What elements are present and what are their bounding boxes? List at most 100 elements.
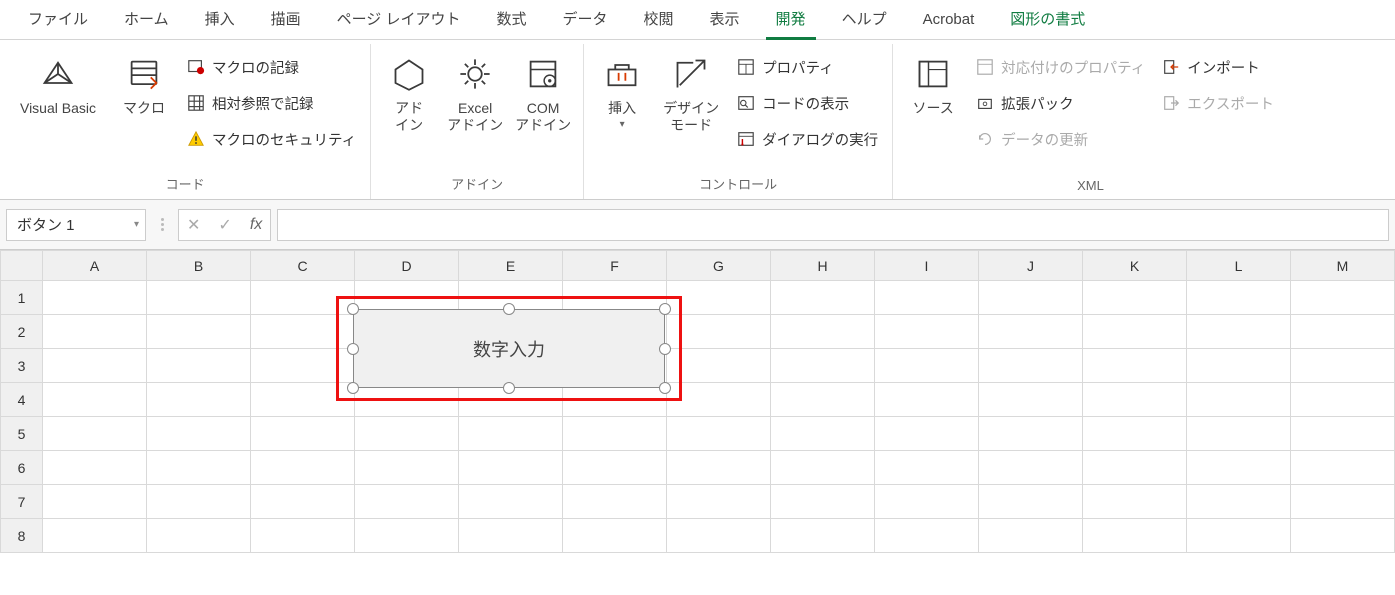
cell[interactable] <box>1291 383 1395 417</box>
cell[interactable] <box>1291 485 1395 519</box>
cell[interactable] <box>1187 485 1291 519</box>
cell[interactable] <box>43 315 147 349</box>
cell[interactable] <box>459 485 563 519</box>
cell[interactable] <box>1291 281 1395 315</box>
cell[interactable] <box>147 315 251 349</box>
cell[interactable] <box>147 349 251 383</box>
view-code-button[interactable]: コードの表示 <box>732 88 882 118</box>
row-header[interactable]: 4 <box>1 383 43 417</box>
cell[interactable] <box>147 281 251 315</box>
relative-ref-button[interactable]: 相対参照で記録 <box>182 88 360 118</box>
cell[interactable] <box>875 281 979 315</box>
cell[interactable] <box>875 451 979 485</box>
tab-review[interactable]: 校閲 <box>626 0 692 40</box>
cell[interactable] <box>771 451 875 485</box>
cell[interactable] <box>979 349 1083 383</box>
cell[interactable] <box>1083 519 1187 553</box>
cell[interactable] <box>875 485 979 519</box>
cell[interactable] <box>667 519 771 553</box>
cell[interactable] <box>979 519 1083 553</box>
tab-home[interactable]: ホーム <box>106 0 187 40</box>
cell[interactable] <box>1083 451 1187 485</box>
cell[interactable] <box>459 417 563 451</box>
resize-handle[interactable] <box>659 343 671 355</box>
tab-help[interactable]: ヘルプ <box>824 0 905 40</box>
cell[interactable] <box>43 281 147 315</box>
name-box[interactable]: ボタン 1 ▾ <box>6 209 146 241</box>
cell[interactable] <box>147 485 251 519</box>
resize-handle[interactable] <box>347 303 359 315</box>
tab-shape-format[interactable]: 図形の書式 <box>992 0 1103 40</box>
export-button[interactable]: エクスポート <box>1157 88 1278 118</box>
insert-control-button[interactable]: 挿入 ▾ <box>594 48 650 130</box>
cell[interactable] <box>43 519 147 553</box>
cell[interactable] <box>43 349 147 383</box>
row-header[interactable]: 7 <box>1 485 43 519</box>
cell[interactable] <box>667 349 771 383</box>
cell[interactable] <box>43 383 147 417</box>
cell[interactable] <box>771 417 875 451</box>
cell[interactable] <box>979 383 1083 417</box>
cell[interactable] <box>1187 315 1291 349</box>
cell[interactable] <box>459 451 563 485</box>
cell[interactable] <box>1083 383 1187 417</box>
cell[interactable] <box>251 485 355 519</box>
col-header[interactable]: J <box>979 251 1083 281</box>
col-header[interactable]: H <box>771 251 875 281</box>
cell[interactable] <box>147 519 251 553</box>
cell[interactable] <box>147 451 251 485</box>
cell[interactable] <box>979 281 1083 315</box>
cell[interactable] <box>667 315 771 349</box>
cell[interactable] <box>251 519 355 553</box>
cell[interactable] <box>563 519 667 553</box>
cell[interactable] <box>979 485 1083 519</box>
cell[interactable] <box>1083 349 1187 383</box>
cell[interactable] <box>1291 417 1395 451</box>
cell[interactable] <box>875 349 979 383</box>
properties-button[interactable]: プロパティ <box>732 52 882 82</box>
cell[interactable] <box>667 383 771 417</box>
cell[interactable] <box>875 315 979 349</box>
cell[interactable] <box>355 519 459 553</box>
row-header[interactable]: 8 <box>1 519 43 553</box>
resize-handle[interactable] <box>659 303 671 315</box>
cell[interactable] <box>43 417 147 451</box>
cell[interactable] <box>667 451 771 485</box>
cell[interactable] <box>355 451 459 485</box>
enter-formula-button[interactable]: ✓ <box>218 215 231 235</box>
cell[interactable] <box>563 417 667 451</box>
cell[interactable] <box>771 485 875 519</box>
cell[interactable] <box>355 417 459 451</box>
cell[interactable] <box>771 349 875 383</box>
resize-handle[interactable] <box>659 382 671 394</box>
row-header[interactable]: 2 <box>1 315 43 349</box>
resize-handle[interactable] <box>503 303 515 315</box>
cell[interactable] <box>43 485 147 519</box>
col-header[interactable]: I <box>875 251 979 281</box>
visual-basic-button[interactable]: Visual Basic <box>10 48 106 117</box>
row-header[interactable]: 3 <box>1 349 43 383</box>
cell[interactable] <box>1083 417 1187 451</box>
cell[interactable] <box>667 281 771 315</box>
cell[interactable] <box>1187 451 1291 485</box>
cell[interactable] <box>1083 485 1187 519</box>
run-dialog-button[interactable]: ダイアログの実行 <box>732 124 882 154</box>
cell[interactable] <box>875 383 979 417</box>
cell[interactable] <box>667 485 771 519</box>
cell[interactable] <box>771 315 875 349</box>
map-properties-button[interactable]: 対応付けのプロパティ <box>971 52 1149 82</box>
cell[interactable] <box>875 417 979 451</box>
cell[interactable] <box>251 451 355 485</box>
col-header[interactable]: L <box>1187 251 1291 281</box>
cell[interactable] <box>147 383 251 417</box>
expansion-pack-button[interactable]: 拡張パック <box>971 88 1149 118</box>
cell[interactable] <box>771 281 875 315</box>
cell[interactable] <box>1187 281 1291 315</box>
resize-handle[interactable] <box>503 382 515 394</box>
design-mode-button[interactable]: デザイン モード <box>658 48 724 134</box>
cell[interactable] <box>251 417 355 451</box>
cell[interactable] <box>1083 281 1187 315</box>
cell[interactable] <box>979 451 1083 485</box>
cell[interactable] <box>355 485 459 519</box>
cell[interactable] <box>1291 315 1395 349</box>
